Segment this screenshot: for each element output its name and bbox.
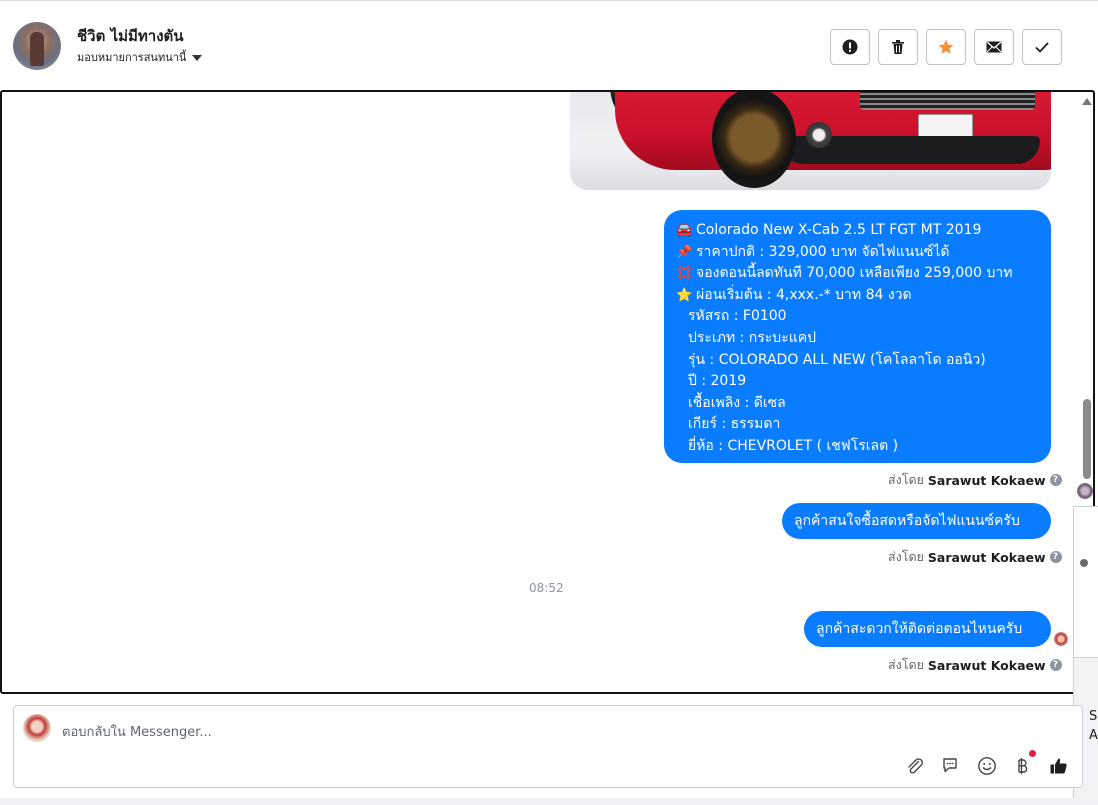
seen-avatar [1054, 632, 1068, 646]
like-button[interactable] [1048, 755, 1070, 777]
reply-composer: ตอบกลับใน Messenger... [13, 705, 1083, 788]
mark-done-button[interactable] [1022, 29, 1062, 65]
help-icon[interactable]: ? [1049, 659, 1062, 671]
saved-replies-button[interactable] [940, 755, 962, 777]
message-thread[interactable]: 🚘 Colorado New X-Cab 2.5 LT FGT MT 2019 📌… [0, 90, 1095, 694]
caret-down-icon [192, 54, 203, 61]
car-photo-attachment[interactable] [570, 92, 1051, 190]
scrollbar-thumb[interactable] [1083, 399, 1091, 479]
reply-input[interactable]: ตอบกลับใน Messenger... [62, 721, 212, 742]
alert-circle-icon [842, 39, 858, 55]
car-emoji-icon: 🚘 [676, 223, 693, 238]
star-icon [938, 39, 954, 54]
help-icon[interactable]: ? [1049, 551, 1062, 563]
bottom-strip [0, 798, 1098, 805]
assign-conversation-dropdown[interactable]: มอบหมายการสนทนานี้ [77, 48, 203, 66]
chat-head-avatar[interactable] [1077, 483, 1093, 499]
paperclip-icon [908, 758, 923, 774]
sent-by-label: ส่งโดย Sarawut Kokaew ? [888, 547, 1062, 567]
contact-avatar[interactable] [13, 22, 61, 70]
envelope-icon [986, 41, 1002, 53]
sent-by-label: ส่งโดย Sarawut Kokaew ? [888, 470, 1062, 490]
message-bubble[interactable]: ลูกค้าสนใจซื้อสดหรือจัดไฟแนนซ์ครับ [782, 503, 1051, 539]
thumbs-up-icon [1050, 758, 1067, 774]
delete-button[interactable] [878, 29, 918, 65]
payment-button[interactable] [1011, 755, 1033, 777]
side-text-2: A [1089, 728, 1098, 743]
pushpin-emoji-icon: 📌 [676, 244, 693, 260]
emoji-button[interactable] [976, 755, 998, 777]
message-bubble[interactable]: ลูกค้าสะดวกให้ติดต่อตอนไหนครับ [804, 611, 1051, 647]
page-avatar [23, 714, 51, 742]
star-button[interactable] [926, 29, 966, 65]
sent-by-label: ส่งโดย Sarawut Kokaew ? [888, 655, 1062, 675]
chat-bubbles-icon [943, 758, 957, 773]
side-popup-panel [1073, 506, 1098, 658]
scroll-up-arrow-icon[interactable] [1082, 98, 1092, 105]
mark-unread-button[interactable] [974, 29, 1014, 65]
notification-dot [1029, 750, 1036, 757]
collision-emoji-icon: 💢 [676, 266, 693, 282]
side-popup-avatar [1080, 559, 1088, 567]
car-details-message[interactable]: 🚘 Colorado New X-Cab 2.5 LT FGT MT 2019 📌… [664, 210, 1051, 463]
contact-name[interactable]: ชีวิต ไม่มีทางตัน [77, 24, 184, 48]
smiley-icon [978, 757, 996, 775]
checkmark-icon [1035, 42, 1049, 53]
timestamp: 08:52 [529, 581, 564, 595]
star-emoji-icon: ⭐ [676, 287, 693, 303]
attach-button[interactable] [904, 755, 926, 777]
trash-icon [892, 40, 904, 54]
report-button[interactable] [830, 29, 870, 65]
assign-label: มอบหมายการสนทนานี้ [77, 51, 187, 64]
baht-icon [1018, 758, 1028, 774]
side-text-1: S [1089, 709, 1098, 724]
help-icon[interactable]: ? [1049, 474, 1062, 486]
conversation-header: ชีวิต ไม่มีทางตัน มอบหมายการสนทนานี้ [0, 0, 1098, 90]
